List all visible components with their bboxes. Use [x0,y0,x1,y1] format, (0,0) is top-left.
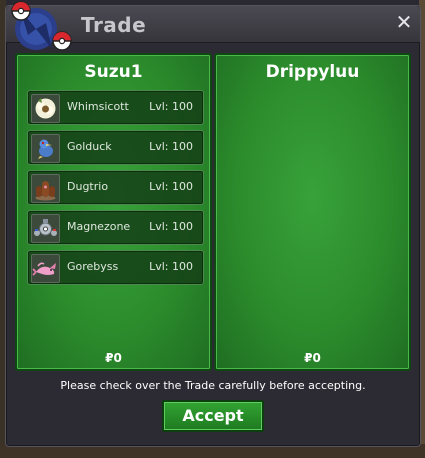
close-icon[interactable]: ✕ [394,12,414,32]
pokemon-row-dugtrio[interactable]: Dugtrio Lvl: 100 [27,170,204,205]
money-right: ₽0 [304,351,321,365]
pokemon-name: Golduck [67,140,112,153]
title-bar[interactable]: Trade ✕ [6,1,420,51]
dugtrio-icon [31,174,60,203]
trainer-name-right: Drippyluu [265,62,360,82]
pokemon-name: Dugtrio [67,180,109,193]
magnezone-icon [31,214,60,243]
trade-logo-icon [11,1,72,51]
pokemon-name: Gorebyss [67,260,119,273]
pokemon-level: Lvl: 100 [149,260,193,273]
pokemon-level: Lvl: 100 [149,140,193,153]
pokemon-row-gorebyss[interactable]: Gorebyss Lvl: 100 [27,250,204,285]
golduck-icon [31,134,60,163]
trade-panel-right: Drippyluu ₽0 [214,53,411,371]
pokemon-level: Lvl: 100 [149,220,193,233]
pokemon-level: Lvl: 100 [149,180,193,193]
money-left: ₽0 [105,351,122,365]
window-title: Trade [81,13,147,37]
trainer-name-left: Suzu1 [84,62,143,82]
pokemon-row-golduck[interactable]: Golduck Lvl: 100 [27,130,204,165]
whimsicott-icon [31,94,60,123]
pokemon-level: Lvl: 100 [149,100,193,113]
pokemon-row-magnezone[interactable]: Magnezone Lvl: 100 [27,210,204,245]
pokemon-row-whimsicott[interactable]: Whimsicott Lvl: 100 [27,90,204,125]
trade-notice: Please check over the Trade carefully be… [60,379,366,392]
gorebyss-icon [31,254,60,283]
pokemon-list-left: Whimsicott Lvl: 100 Golduck Lvl: 100 Dug… [27,90,204,290]
accept-button[interactable]: Accept [162,400,264,432]
trade-panel-left: Suzu1 Whimsicott Lvl: 100 Golduck Lvl: 1… [15,53,212,371]
pokemon-name: Magnezone [67,220,131,233]
pokemon-name: Whimsicott [67,100,129,113]
trade-window: Trade ✕ Suzu1 Whimsicott Lvl: 100 Golduc… [5,1,421,447]
